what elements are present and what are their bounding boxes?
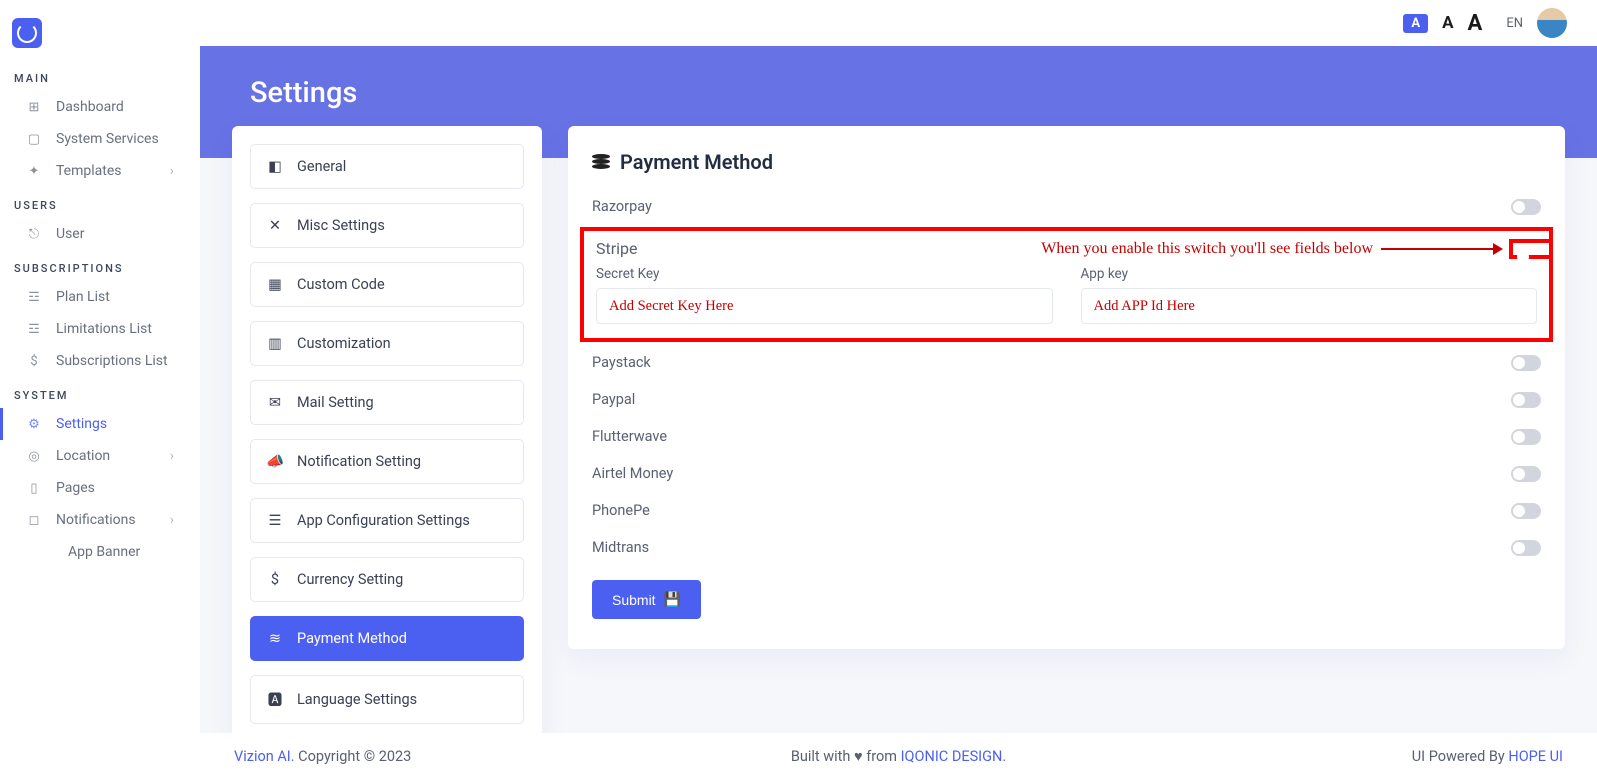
method-airtel: Airtel Money <box>592 455 1541 492</box>
card-title: Payment Method <box>592 150 1541 174</box>
sidebar-section-header: SYSTEM <box>0 377 200 408</box>
settings-nav-misc-settings[interactable]: ✕Misc Settings <box>250 203 524 248</box>
pill-icon: ☰ <box>267 512 283 529</box>
settings-nav-customization[interactable]: ▥Customization <box>250 321 524 366</box>
chevron-right-icon: › <box>170 163 174 179</box>
sidebar-item-dashboard[interactable]: ⊞Dashboard <box>0 91 200 123</box>
app-key-label: App key <box>1081 266 1538 282</box>
sidebar-item-system-services[interactable]: ▢System Services <box>0 123 200 155</box>
sidebar-item-subscriptions-list[interactable]: $Subscriptions List <box>0 345 200 377</box>
pill-icon: ≋ <box>267 630 283 647</box>
method-paypal: Paypal <box>592 381 1541 418</box>
page-title: Settings <box>250 76 357 110</box>
pill-icon: ✕ <box>267 217 283 234</box>
settings-nav-app-configuration-settings[interactable]: ☰App Configuration Settings <box>250 498 524 543</box>
nav-icon: ◻ <box>26 512 42 528</box>
toggle-airtel[interactable] <box>1511 466 1541 482</box>
nav-icon: ▯ <box>26 480 42 496</box>
nav-icon: ⎋ <box>26 226 42 242</box>
toggle-razorpay[interactable] <box>1511 199 1541 215</box>
method-midtrans: Midtrans <box>592 529 1541 566</box>
toggle-paystack[interactable] <box>1511 355 1541 371</box>
nav-icon: ⊞ <box>26 99 42 115</box>
nav-icon <box>38 544 54 560</box>
footer-hopeui-link[interactable]: HOPE UI <box>1508 748 1563 765</box>
nav-icon: ☲ <box>26 289 42 305</box>
settings-nav-general[interactable]: ◧General <box>250 144 524 189</box>
sidebar-item-user[interactable]: ⎋User <box>0 218 200 250</box>
stripe-highlight: Stripe When you enable this switch you'l… <box>580 227 1553 342</box>
annotation-text: When you enable this switch you'll see f… <box>1041 240 1373 258</box>
sidebar-item-plan-list[interactable]: ☲Plan List <box>0 281 200 313</box>
pill-icon: 📣 <box>267 453 283 470</box>
sidebar-section-header: MAIN <box>0 60 200 91</box>
sidebar-item-pages[interactable]: ▯Pages <box>0 472 200 504</box>
settings-nav-payment-method[interactable]: ≋Payment Method <box>250 616 524 661</box>
sidebar-section-header: SUBSCRIPTIONS <box>0 250 200 281</box>
settings-nav-currency-setting[interactable]: $Currency Setting <box>250 557 524 602</box>
sidebar-item-app-banner[interactable]: App Banner <box>0 536 200 568</box>
submit-button[interactable]: Submit 💾 <box>592 580 701 619</box>
method-flutterwave: Flutterwave <box>592 418 1541 455</box>
settings-nav-notification-setting[interactable]: 📣Notification Setting <box>250 439 524 484</box>
toggle-flutterwave[interactable] <box>1511 429 1541 445</box>
content: A A A EN Settings ◧General ✕Misc Settings… <box>200 0 1597 779</box>
avatar[interactable] <box>1537 8 1567 38</box>
chevron-right-icon: › <box>170 448 174 464</box>
pill-icon: ▦ <box>267 276 283 293</box>
font-size-medium-button[interactable]: A <box>1442 13 1453 33</box>
settings-nav-language-settings[interactable]: 🅰Language Settings <box>250 675 524 724</box>
toggle-midtrans[interactable] <box>1511 540 1541 556</box>
pill-icon: $ <box>267 571 283 588</box>
secret-key-label: Secret Key <box>596 266 1053 282</box>
font-size-small-button[interactable]: A <box>1403 14 1428 33</box>
sidebar-item-location[interactable]: ◎Location› <box>0 440 200 472</box>
logo-icon[interactable] <box>12 18 42 48</box>
method-razorpay: Razorpay <box>592 188 1541 225</box>
annotation-arrow-icon <box>1381 248 1501 250</box>
settings-nav-custom-code[interactable]: ▦Custom Code <box>250 262 524 307</box>
sidebar: MAIN⊞Dashboard▢System Services✦Templates… <box>0 0 200 779</box>
pill-icon: ✉ <box>267 394 283 411</box>
nav-icon: ◎ <box>26 448 42 464</box>
pill-icon: ▥ <box>267 335 283 352</box>
method-paystack: Paystack <box>592 344 1541 381</box>
pill-icon: ◧ <box>267 158 283 175</box>
nav-icon: $ <box>26 353 42 369</box>
topbar: A A A EN <box>200 0 1597 46</box>
method-stripe-label: Stripe <box>596 239 638 258</box>
settings-nav-card: ◧General ✕Misc Settings ▦Custom Code ▥Custo… <box>232 126 542 733</box>
footer-iqonic-link[interactable]: IQONIC DESIGN. <box>901 748 1007 765</box>
language-switch[interactable]: EN <box>1506 16 1523 31</box>
nav-icon: ☲ <box>26 321 42 337</box>
sidebar-section-header: USERS <box>0 187 200 218</box>
toggle-paypal[interactable] <box>1511 392 1541 408</box>
sidebar-item-templates[interactable]: ✦Templates› <box>0 155 200 187</box>
sidebar-item-limitations-list[interactable]: ☲Limitations List <box>0 313 200 345</box>
secret-key-input[interactable] <box>596 288 1053 324</box>
toggle-phonepe[interactable] <box>1511 503 1541 519</box>
app-key-input[interactable] <box>1081 288 1538 324</box>
sidebar-item-settings[interactable]: ⚙Settings <box>0 408 200 440</box>
font-size-large-button[interactable]: A <box>1468 11 1483 36</box>
nav-icon: ▢ <box>26 131 42 147</box>
sidebar-item-notifications[interactable]: ◻Notifications› <box>0 504 200 536</box>
footer: Vizion AI. Copyright © 2023 Built with ♥… <box>200 733 1597 779</box>
method-phonepe: PhonePe <box>592 492 1541 529</box>
payment-method-card: Payment Method Razorpay Stripe When you … <box>568 126 1565 649</box>
pill-icon: 🅰 <box>267 689 283 710</box>
coins-icon <box>592 154 610 170</box>
settings-nav-mail-setting[interactable]: ✉Mail Setting <box>250 380 524 425</box>
save-icon: 💾 <box>664 591 681 608</box>
nav-icon: ✦ <box>26 163 42 179</box>
chevron-right-icon: › <box>170 512 174 528</box>
nav-icon: ⚙ <box>26 416 42 432</box>
footer-brand[interactable]: Vizion AI. <box>234 748 295 765</box>
